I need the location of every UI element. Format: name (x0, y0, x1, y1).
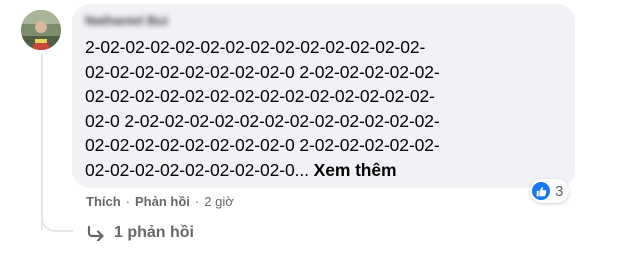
thread-connector-curve (41, 214, 73, 232)
replies-count-label: 1 phản hồi (114, 224, 194, 241)
comment-bubble: Nathaniel Bui 2-02-02-02-02-02-02-02-02-… (72, 4, 575, 188)
see-more-link[interactable]: Xem thêm (314, 160, 397, 180)
like-button[interactable]: Thích (86, 193, 121, 211)
comment-timestamp[interactable]: 2 giờ (204, 193, 234, 211)
reply-button[interactable]: Phản hồi (135, 193, 190, 211)
comment-text-line: 2-02-02-02-02-02-02-02-02-02-02-02-02-02… (85, 37, 426, 57)
reaction-count: 3 (555, 182, 564, 200)
comment-text-line: 02-02-02-02-02-02-02-02-0... (85, 159, 309, 180)
reply-arrow-icon (87, 225, 104, 241)
comment-text: 2-02-02-02-02-02-02-02-02-02-02-02-02-02… (85, 35, 563, 183)
separator-dot: · (194, 194, 200, 209)
comment-actions: Thích · Phản hồi · 2 giờ (86, 193, 234, 211)
separator-dot: · (125, 194, 131, 209)
avatar-image (21, 10, 61, 50)
view-replies-link[interactable]: 1 phản hồi (86, 224, 194, 242)
comment-text-line: 02-02-02-02-02-02-02-02-0 2-02-02-02-02-… (85, 135, 440, 156)
reaction-summary[interactable]: 3 (530, 179, 570, 203)
avatar[interactable] (21, 10, 61, 50)
comment-author-name[interactable]: Nathaniel Bui (85, 12, 563, 30)
thread-connector-line (41, 54, 43, 230)
comment-thread: Nathaniel Bui 2-02-02-02-02-02-02-02-02-… (0, 0, 627, 256)
comment-text-line: 02-02-02-02-02-02-02-02-0 2-02-02-02-02-… (85, 61, 440, 82)
comment-text-line: 02-02-02-02-02-02-02-02-02-02-02-02-02-0… (85, 86, 435, 107)
like-icon (532, 182, 550, 200)
comment-text-line: 02-0 2-02-02-02-02-02-02-02-02-02-02-02-… (85, 110, 440, 131)
